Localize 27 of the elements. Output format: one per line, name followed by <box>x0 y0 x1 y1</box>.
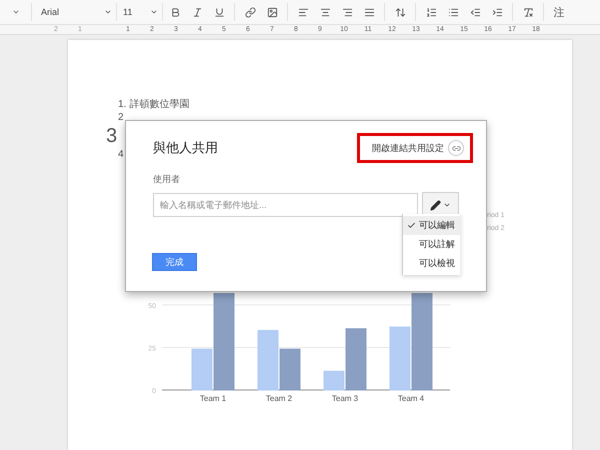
permission-option[interactable]: 可以檢視 <box>403 254 460 273</box>
list-item-text: 詳頓數位學園 <box>129 98 190 111</box>
list-number: 1. <box>118 98 126 111</box>
pencil-icon <box>430 200 442 210</box>
link-icon <box>448 140 464 156</box>
permission-option[interactable]: 可以註解 <box>403 235 460 254</box>
caret-icon <box>104 8 112 16</box>
people-input-field[interactable]: 輸入名稱或電子郵件地址... <box>153 193 418 217</box>
permission-option[interactable]: 可以編輯 <box>403 216 460 235</box>
check-icon <box>407 221 416 230</box>
font-name: Arial <box>41 7 60 17</box>
category-label: Team 1 <box>200 394 226 403</box>
font-size-dropdown[interactable]: 11 <box>119 3 163 21</box>
caret-icon <box>150 8 158 16</box>
list-number: 2 <box>118 111 124 124</box>
style-menu[interactable]: 注 <box>549 3 569 21</box>
font-size: 11 <box>123 7 132 17</box>
category-label: Team 2 <box>266 394 292 403</box>
dialog-title: 與他人共用 <box>153 139 218 157</box>
list-number: 3 <box>106 124 118 148</box>
list-number: 4 <box>118 148 124 161</box>
link-sharing-button[interactable]: 開啟連結共用設定 <box>357 133 473 163</box>
category-label: Team 3 <box>332 394 358 403</box>
category-label: Team 4 <box>398 394 424 403</box>
font-dropdown[interactable]: Arial <box>37 3 117 21</box>
people-label: 使用者 <box>153 173 181 186</box>
caret-icon <box>443 201 452 209</box>
